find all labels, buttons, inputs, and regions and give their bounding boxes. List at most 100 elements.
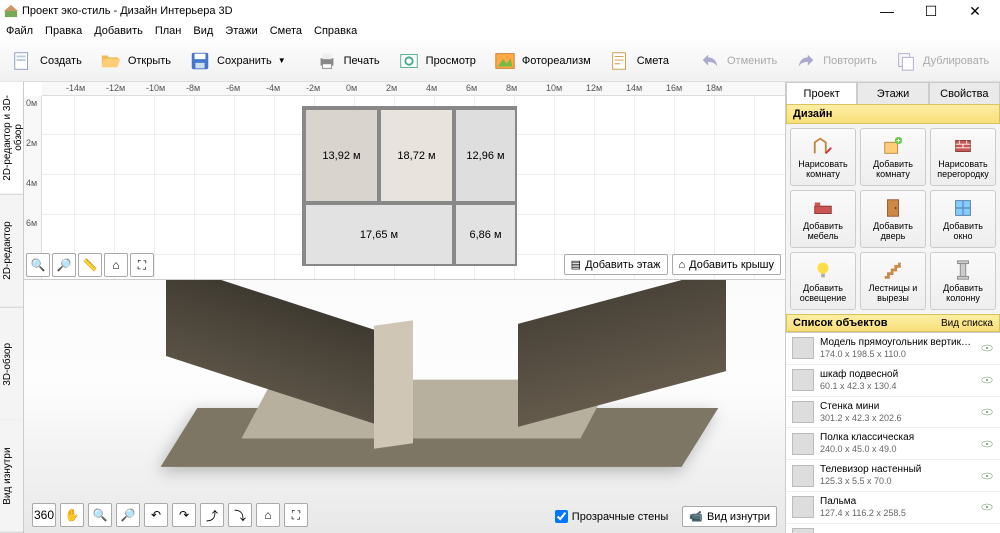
floor-plan[interactable]: 13,92 м 18,72 м 12,96 м 17,65 м 6,86 м (302, 106, 517, 266)
home-3d-button[interactable]: ⌂ (256, 503, 280, 527)
app-icon (4, 4, 18, 18)
menu-view[interactable]: Вид (193, 25, 213, 37)
tool-add-door[interactable]: Добавить дверь (860, 190, 926, 248)
vtab-2d-3d[interactable]: 2D-редактор и 3D-обзор (0, 82, 23, 195)
roof-icon: ⌂ (679, 259, 686, 271)
tilt-up-button[interactable]: ⤴ (200, 503, 224, 527)
eye-icon[interactable] (980, 500, 994, 514)
transparent-walls-checkbox[interactable]: Прозрачные стены (555, 510, 668, 523)
minimize-button[interactable]: ― (874, 3, 900, 20)
ruler-horizontal: -14м-12м-10м-8м-6м-4м-2м0м2м4м6м8м10м12м… (42, 82, 785, 96)
room-4[interactable]: 17,65 м (304, 203, 454, 266)
tab-project[interactable]: Проект (786, 82, 857, 104)
ruler-vertical: 0м2м4м6м (24, 96, 42, 279)
object-label: Полка классическая240.0 x 45.0 x 49.0 (820, 432, 974, 455)
close-button[interactable]: ✕ (962, 3, 988, 20)
tool-stairs[interactable]: Лестницы и вырезы (860, 252, 926, 310)
eye-icon[interactable] (980, 469, 994, 483)
object-thumb (792, 528, 814, 533)
fit-button[interactable]: ⛶ (130, 253, 154, 277)
photoreal-button[interactable]: Фотореализм (488, 46, 595, 76)
object-thumb (792, 465, 814, 487)
tool-grid: Нарисовать комнату Добавить комнату Нари… (786, 124, 1000, 314)
rotate-right-button[interactable]: ↷ (172, 503, 196, 527)
measure-button[interactable]: 📏 (78, 253, 102, 277)
object-label: Стенка мини301.2 x 42.3 x 202.6 (820, 401, 974, 424)
floor-icon: ▤ (571, 258, 581, 271)
list-item[interactable]: Полка классическая240.0 x 45.0 x 49.0 (786, 428, 1000, 460)
tool-add-furniture[interactable]: Добавить мебель (790, 190, 856, 248)
eye-icon[interactable] (980, 437, 994, 451)
tab-properties[interactable]: Свойства (929, 82, 1000, 104)
window-title: Проект эко-стиль - Дизайн Интерьера 3D (22, 5, 874, 17)
tool-add-light[interactable]: Добавить освещение (790, 252, 856, 310)
right-panel: Проект Этажи Свойства Дизайн Нарисовать … (785, 82, 1000, 533)
view-2d[interactable]: -14м-12м-10м-8м-6м-4м-2м0м2м4м6м8м10м12м… (24, 82, 785, 280)
eye-icon[interactable] (980, 373, 994, 387)
menu-help[interactable]: Справка (314, 25, 357, 37)
duplicate-button[interactable]: Дублировать (889, 46, 993, 76)
zoom-in-button[interactable]: 🔎 (52, 253, 76, 277)
vtab-3d[interactable]: 3D-обзор (0, 308, 23, 421)
open-button[interactable]: Открыть (94, 46, 175, 76)
pan-button[interactable]: ✋ (60, 503, 84, 527)
vtab-2d[interactable]: 2D-редактор (0, 195, 23, 308)
list-item[interactable]: Пальма127.4 x 116.2 x 258.5 (786, 492, 1000, 524)
preview-button[interactable]: Просмотр (392, 46, 480, 76)
room-5[interactable]: 6,86 м (454, 203, 517, 266)
menu-file[interactable]: Файл (6, 25, 33, 37)
object-label: Пальма127.4 x 116.2 x 258.5 (820, 496, 974, 519)
tool-add-window[interactable]: Добавить окно (930, 190, 996, 248)
object-thumb (792, 369, 814, 391)
zoom-out-3d-button[interactable]: 🔍 (88, 503, 112, 527)
object-label: Телевизор настенный125.3 x 5.5 x 70.0 (820, 464, 974, 487)
menu-add[interactable]: Добавить (94, 25, 143, 37)
fit-3d-button[interactable]: ⛶ (284, 503, 308, 527)
list-view-toggle[interactable]: Вид списка (941, 318, 993, 329)
zoom-out-button[interactable]: 🔍 (26, 253, 50, 277)
orbit-button[interactable]: 360 (32, 503, 56, 527)
save-button[interactable]: Сохранить▼ (183, 46, 290, 76)
list-item[interactable]: Модель прямоугольник вертик…174.0 x 198.… (786, 333, 1000, 365)
estimate-button[interactable]: Смета (603, 46, 673, 76)
eye-icon[interactable] (980, 341, 994, 355)
list-item[interactable]: Стенка мини301.2 x 42.3 x 202.6 (786, 397, 1000, 429)
tool-draw-room[interactable]: Нарисовать комнату (790, 128, 856, 186)
scene-3d (24, 280, 785, 533)
add-floor-button[interactable]: ▤Добавить этаж (564, 254, 668, 275)
menu-edit[interactable]: Правка (45, 25, 82, 37)
list-item[interactable]: Телевизор настенный125.3 x 5.5 x 70.0 (786, 460, 1000, 492)
zoom-in-3d-button[interactable]: 🔎 (116, 503, 140, 527)
list-item[interactable]: шкаф подвесной60.1 x 42.3 x 130.4 (786, 365, 1000, 397)
room-3[interactable]: 12,96 м (454, 108, 517, 203)
menu-plan[interactable]: План (155, 25, 182, 37)
undo-button[interactable]: Отменить (693, 46, 781, 76)
rotate-left-button[interactable]: ↶ (144, 503, 168, 527)
maximize-button[interactable]: ☐ (918, 3, 944, 20)
tool-draw-partition[interactable]: Нарисовать перегородку (930, 128, 996, 186)
object-label: шкаф подвесной60.1 x 42.3 x 130.4 (820, 369, 974, 392)
tab-floors[interactable]: Этажи (857, 82, 928, 104)
object-thumb (792, 401, 814, 423)
create-button[interactable]: Создать (6, 46, 86, 76)
room-2[interactable]: 18,72 м (379, 108, 454, 203)
menu-floors[interactable]: Этажи (225, 25, 257, 37)
add-roof-button[interactable]: ⌂Добавить крышу (672, 254, 782, 275)
tool-add-room[interactable]: Добавить комнату (860, 128, 926, 186)
list-item[interactable]: Картина (786, 524, 1000, 533)
eye-icon[interactable] (980, 405, 994, 419)
object-thumb (792, 433, 814, 455)
home-button[interactable]: ⌂ (104, 253, 128, 277)
view-3d[interactable]: 360 ✋ 🔍 🔎 ↶ ↷ ⤴ ⤵ ⌂ ⛶ Прозрачные стены 📹… (24, 280, 785, 533)
tool-add-column[interactable]: Добавить колонну (930, 252, 996, 310)
menubar: Файл Правка Добавить План Вид Этажи Смет… (0, 22, 1000, 40)
menu-estimate[interactable]: Смета (270, 25, 302, 37)
camera-icon: 📹 (689, 510, 703, 523)
room-1[interactable]: 13,92 м (304, 108, 379, 203)
print-button[interactable]: Печать (310, 46, 384, 76)
tilt-down-button[interactable]: ⤵ (228, 503, 252, 527)
vertical-tabs: 2D-редактор и 3D-обзор 2D-редактор 3D-об… (0, 82, 24, 533)
inside-view-button[interactable]: 📹Вид изнутри (682, 506, 777, 527)
redo-button[interactable]: Повторить (789, 46, 881, 76)
vtab-inside[interactable]: Вид изнутри (0, 420, 23, 533)
